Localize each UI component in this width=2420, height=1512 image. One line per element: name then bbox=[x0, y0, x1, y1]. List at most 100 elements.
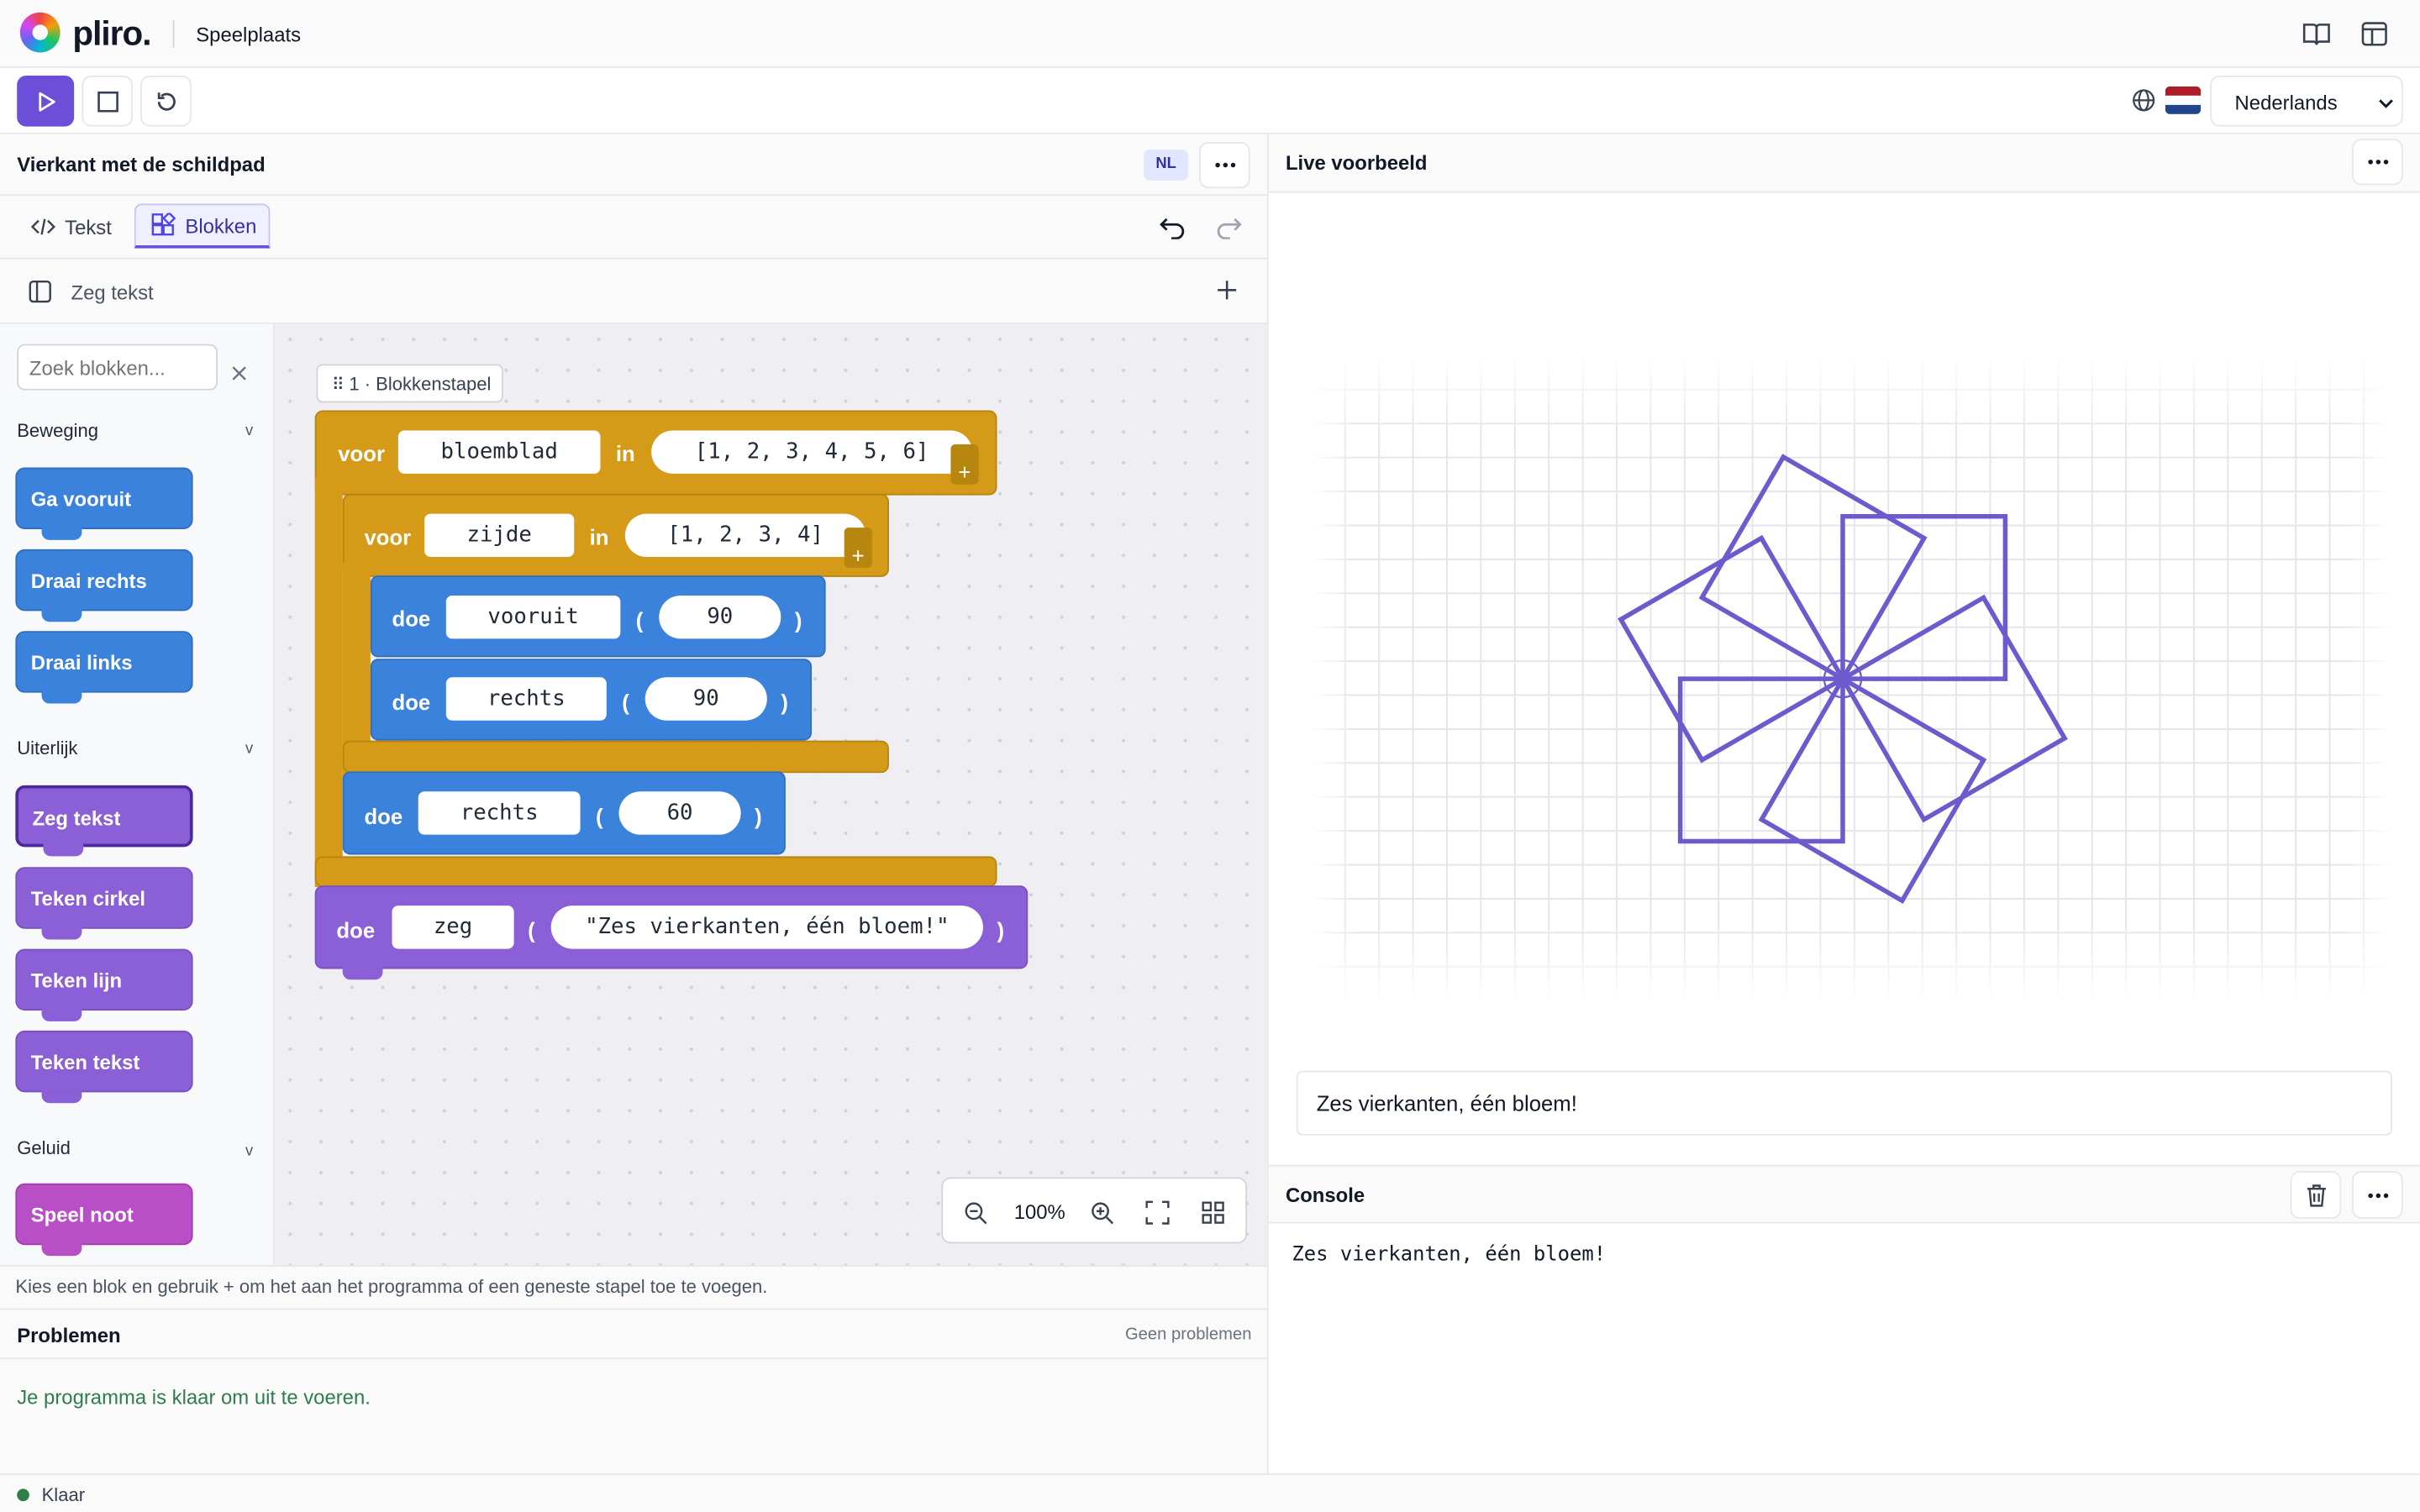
flower-square bbox=[1698, 454, 1928, 681]
step-arg-field[interactable]: 90 bbox=[659, 595, 781, 639]
problems-count: Geen problemen bbox=[1124, 1325, 1252, 1344]
inner-loop-footer bbox=[342, 740, 889, 774]
category-uiterlijk[interactable]: Uiterlijk bbox=[17, 738, 77, 759]
say-arg-field[interactable]: "Zes vierkanten, één bloem!" bbox=[550, 906, 983, 949]
inner-loop-list-field[interactable]: [1, 2, 3, 4] bbox=[624, 513, 866, 558]
status-bar: Klaar bbox=[0, 1473, 2420, 1512]
chevron-down-icon[interactable]: v bbox=[245, 1143, 253, 1160]
editor-header: Vierkant met de schildpad NL bbox=[0, 134, 1267, 197]
zoom-in-icon[interactable] bbox=[1090, 1200, 1114, 1225]
palette-block-draai-links[interactable]: Draai links bbox=[15, 631, 193, 704]
blocks-icon bbox=[151, 213, 176, 236]
inner-loop-add-icon[interactable]: + bbox=[844, 528, 872, 568]
add-block-icon[interactable] bbox=[1216, 279, 1238, 301]
console-title: Console bbox=[1285, 1183, 1365, 1207]
preview-more-button[interactable] bbox=[2352, 139, 2403, 186]
flower-square bbox=[1618, 534, 1845, 764]
language-select-value: Nederlands bbox=[2234, 91, 2338, 114]
layout-icon[interactable] bbox=[2360, 20, 2391, 48]
console-output: Zes vierkanten, één bloem! bbox=[1268, 1223, 2420, 1474]
preview-title: Live voorbeeld bbox=[1285, 150, 1428, 175]
workspace-hint: Kies een blok en gebruik + om het aan he… bbox=[0, 1265, 1267, 1309]
drag-handle-icon: ⠿ bbox=[331, 376, 350, 396]
inner-loop-in: in bbox=[589, 524, 609, 549]
stop-button[interactable] bbox=[82, 75, 133, 127]
more-icon bbox=[2367, 1192, 2388, 1198]
book-icon[interactable] bbox=[2302, 20, 2333, 48]
preview-header: Live voorbeeld bbox=[1268, 134, 2420, 193]
palette-block-label: Teken cirkel bbox=[30, 887, 146, 911]
outer-loop-keyword: voor bbox=[338, 441, 385, 466]
globe-icon bbox=[2131, 88, 2155, 113]
redo-icon[interactable] bbox=[1214, 214, 1242, 240]
palette-block-label: Draai links bbox=[30, 651, 133, 675]
problems-message: Je programma is klaar om uit te voeren. bbox=[17, 1385, 371, 1409]
step-arg-field[interactable]: 90 bbox=[644, 677, 767, 721]
play-icon bbox=[38, 91, 55, 111]
palette-block-label: Speel noot bbox=[30, 1203, 134, 1227]
flower-square bbox=[1758, 676, 1987, 905]
clear-console-button[interactable] bbox=[2290, 1171, 2342, 1219]
turtle-canvas[interactable] bbox=[1310, 354, 2391, 1003]
palette-block-teken-lijn[interactable]: Teken lijn bbox=[15, 948, 193, 1021]
palette-block-draai-rechts[interactable]: Draai rechts bbox=[15, 549, 193, 622]
tab-tekst[interactable]: Tekst bbox=[18, 205, 127, 248]
palette-block-teken-tekst[interactable]: Teken tekst bbox=[15, 1030, 193, 1104]
block-palette: Beweging v Ga vooruit Draai rechts Draai… bbox=[0, 323, 275, 1266]
zoom-controls: 100% bbox=[941, 1177, 1248, 1244]
brand-divider bbox=[172, 19, 175, 48]
fit-screen-icon[interactable] bbox=[1145, 1200, 1170, 1225]
step-keyword: doe bbox=[392, 606, 431, 632]
outer-loop-footer bbox=[314, 856, 997, 888]
console-header: Console bbox=[1268, 1164, 2420, 1224]
undo-icon[interactable] bbox=[1159, 214, 1186, 240]
step-fn-field[interactable]: vooruit bbox=[445, 595, 621, 639]
palette-block-teken-cirkel[interactable]: Teken cirkel bbox=[15, 867, 193, 940]
block-workspace[interactable]: ⠿ 1 · Blokkenstapel voor bloemblad in [1… bbox=[274, 323, 1267, 1266]
palette-block-zeg-tekst[interactable]: Zeg tekst bbox=[15, 785, 193, 857]
chevron-down-icon[interactable]: v bbox=[245, 741, 253, 758]
run-button[interactable] bbox=[17, 75, 75, 127]
say-fn-field[interactable]: zeg bbox=[392, 906, 514, 949]
grid-icon[interactable] bbox=[1201, 1200, 1225, 1225]
console-more-button[interactable] bbox=[2352, 1171, 2403, 1219]
sidebar-toggle-icon[interactable] bbox=[28, 279, 52, 303]
category-geluid[interactable]: Geluid bbox=[17, 1137, 71, 1159]
tab-blokken-label: Blokken bbox=[185, 213, 257, 237]
speech-bubble: Zes vierkanten, één bloem! bbox=[1296, 1070, 2392, 1136]
problems-header: Problemen Geen problemen bbox=[0, 1308, 1267, 1360]
inner-loop-var-field[interactable]: zijde bbox=[424, 513, 575, 558]
step-close-paren: ) bbox=[755, 803, 762, 829]
outer-loop-list-field[interactable]: [1, 2, 3, 4, 5, 6] bbox=[651, 430, 973, 474]
tab-blokken[interactable]: Blokken bbox=[134, 203, 271, 249]
flower-drawing bbox=[1618, 454, 2068, 905]
live-preview: Zes vierkanten, één bloem! bbox=[1268, 192, 2420, 1165]
zoom-out-icon[interactable] bbox=[963, 1200, 987, 1225]
step-fn-field[interactable]: rechts bbox=[418, 791, 581, 835]
category-beweging[interactable]: Beweging bbox=[17, 420, 98, 442]
language-badge: NL bbox=[1143, 150, 1189, 181]
flower-square bbox=[1840, 594, 2068, 823]
step-arg-field[interactable]: 60 bbox=[618, 791, 741, 835]
step-keyword: doe bbox=[392, 690, 431, 715]
palette-block-speel-noot[interactable]: Speel noot bbox=[15, 1183, 193, 1257]
block-search-input[interactable] bbox=[17, 344, 218, 391]
step-close-paren: ) bbox=[781, 690, 788, 715]
chevron-down-icon[interactable]: v bbox=[245, 423, 253, 439]
language-select[interactable]: Nederlands bbox=[2210, 75, 2403, 127]
brand-name[interactable]: pliro. bbox=[72, 14, 151, 55]
outer-loop-add-icon[interactable]: + bbox=[950, 444, 979, 485]
stack-label-chip[interactable]: ⠿ 1 · Blokkenstapel bbox=[316, 364, 503, 403]
outer-loop-var-field[interactable]: bloemblad bbox=[397, 430, 601, 474]
editor-more-button[interactable] bbox=[1199, 141, 1250, 189]
program-title: Vierkant met de schildpad bbox=[17, 152, 266, 176]
palette-block-label: Ga vooruit bbox=[30, 487, 132, 511]
selected-block-bar: Zeg tekst bbox=[0, 259, 1267, 324]
reset-button[interactable] bbox=[140, 75, 192, 127]
zoom-level: 100% bbox=[1013, 1200, 1065, 1224]
stack-label: 1 · Blokkenstapel bbox=[349, 373, 492, 396]
tab-tekst-label: Tekst bbox=[65, 215, 112, 239]
clear-search-icon[interactable] bbox=[232, 361, 247, 381]
step-fn-field[interactable]: rechts bbox=[445, 677, 607, 721]
palette-block-ga-vooruit[interactable]: Ga vooruit bbox=[15, 467, 193, 540]
